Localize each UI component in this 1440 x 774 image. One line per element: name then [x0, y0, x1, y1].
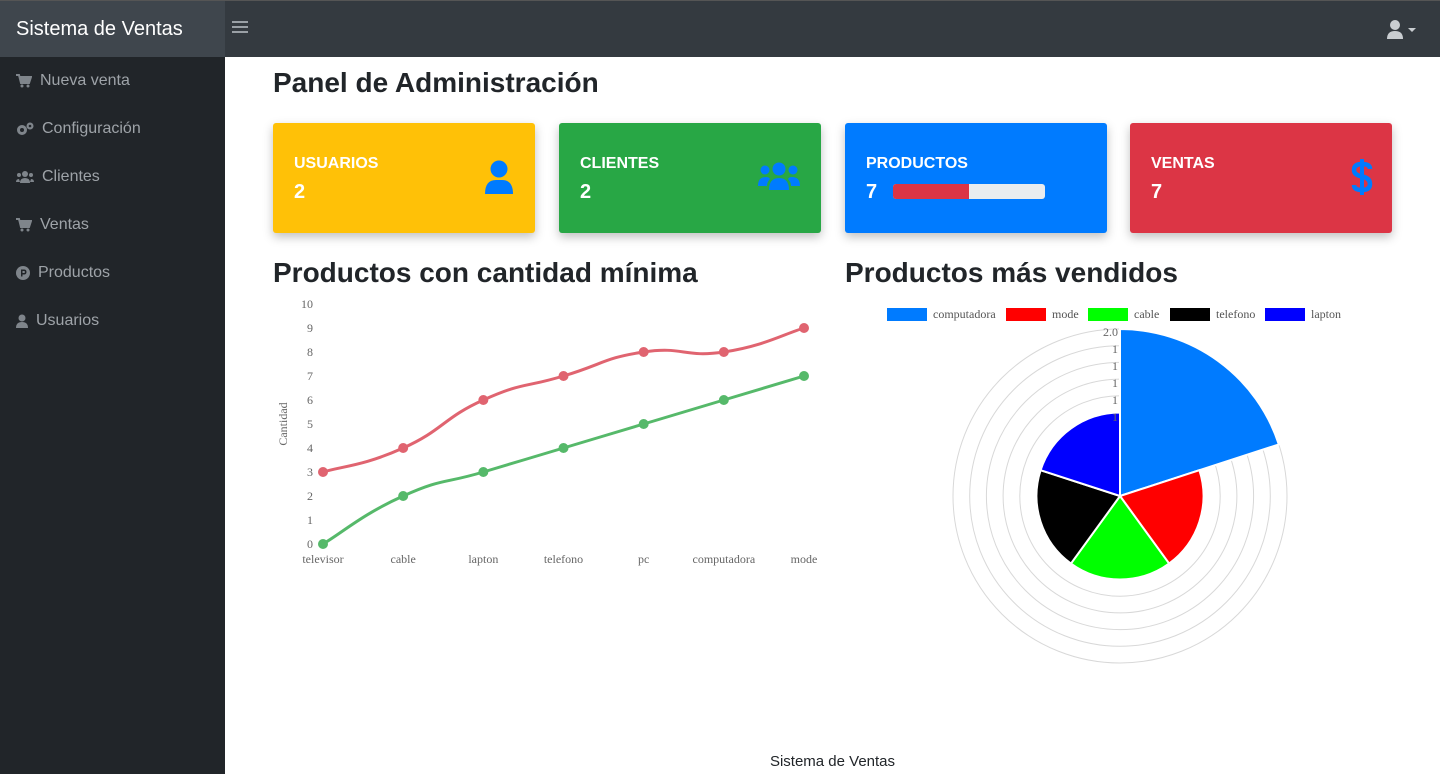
polar-chart[interactable]: computadora mode cable telefono lapton 2.0 1 1 1…	[845, 303, 1400, 665]
radial-tick-label: 1	[1112, 376, 1118, 390]
y-tick-label: 10	[301, 297, 313, 311]
sidebar-item-label: Ventas	[40, 216, 89, 233]
legend-swatch	[887, 308, 927, 321]
sidebar: Nueva venta Configuración Clientes Venta…	[0, 57, 225, 774]
legend-label: mode	[1052, 307, 1079, 321]
card-value: 7	[1151, 181, 1163, 203]
data-point	[478, 395, 489, 405]
card-label: USUARIOS	[294, 155, 379, 172]
data-point	[558, 443, 569, 453]
polar-chart-title: Productos más vendidos	[845, 257, 1178, 288]
data-point	[638, 419, 649, 429]
line-chart-title: Productos con cantidad mínima	[273, 257, 698, 288]
cart-icon	[16, 74, 32, 88]
radial-tick-label: 1	[1112, 342, 1118, 356]
radial-tick-label: 1	[1112, 393, 1118, 407]
card-label: PRODUCTOS	[866, 155, 968, 172]
x-tick-label: pc	[638, 552, 649, 566]
sidebar-item-label: Configuración	[42, 120, 141, 137]
sidebar-item-productos[interactable]: Productos	[0, 249, 225, 297]
legend-swatch	[1265, 308, 1305, 321]
y-tick-label: 8	[307, 345, 313, 359]
page-title: Panel de Administración	[273, 67, 599, 98]
y-axis-label: Cantidad	[276, 402, 290, 445]
radial-tick-label: 1	[1112, 410, 1118, 424]
data-point	[638, 347, 649, 357]
data-point	[718, 395, 729, 405]
sidebar-item-label: Nueva venta	[40, 72, 130, 89]
legend-label: cable	[1134, 307, 1159, 321]
sidebar-item-ventas[interactable]: Ventas	[0, 201, 225, 249]
y-tick-label: 1	[307, 513, 313, 527]
sidebar-item-label: Usuarios	[36, 312, 100, 329]
main-content: Panel de Administración USUARIOS 2 CLIEN…	[225, 57, 1440, 774]
radial-tick-label: 2.0	[1103, 325, 1118, 339]
card-clientes[interactable]: CLIENTES 2	[559, 123, 821, 233]
footer: Sistema de Ventas	[769, 753, 896, 770]
card-label: CLIENTES	[580, 155, 660, 172]
data-point	[558, 371, 569, 381]
users-icon	[16, 171, 34, 183]
data-point	[718, 347, 729, 357]
y-tick-label: 9	[307, 321, 313, 335]
legend-label: telefono	[1216, 307, 1255, 321]
card-value: 2	[294, 181, 306, 203]
top-navbar: Sistema de Ventas	[0, 0, 1440, 57]
y-tick-label: 7	[307, 369, 313, 383]
x-tick-label: lapton	[468, 552, 498, 566]
x-tick-label: telefono	[544, 552, 583, 566]
sidebar-item-usuarios[interactable]: Usuarios	[0, 297, 225, 345]
card-productos[interactable]: PRODUCTOS 7	[845, 123, 1107, 233]
data-point	[398, 443, 409, 453]
x-tick-label: computadora	[693, 552, 756, 566]
legend-swatch	[1006, 308, 1046, 321]
series-line-1	[322, 374, 805, 546]
legend-swatch	[1088, 308, 1128, 321]
card-value: 2	[580, 181, 592, 203]
card-ventas[interactable]: VENTAS 7	[1130, 123, 1392, 233]
users-icon	[758, 162, 800, 190]
data-point	[799, 371, 809, 381]
sidebar-item-clientes[interactable]: Clientes	[0, 153, 225, 201]
sidebar-item-configuracion[interactable]: Configuración	[0, 105, 225, 153]
x-tick-label: mode	[791, 552, 818, 566]
data-point	[318, 539, 328, 549]
sidebar-item-nueva-venta[interactable]: Nueva venta	[0, 57, 225, 105]
menu-toggle-icon[interactable]	[232, 18, 248, 38]
dollar-icon	[1351, 159, 1373, 195]
productos-progress-bar	[893, 184, 1045, 199]
x-tick-label: televisor	[302, 552, 343, 566]
y-tick-label: 5	[307, 417, 313, 431]
legend-label: lapton	[1311, 307, 1341, 321]
sidebar-item-label: Productos	[38, 264, 111, 281]
card-label: VENTAS	[1151, 155, 1215, 172]
data-point	[318, 467, 328, 477]
y-tick-label: 3	[307, 465, 313, 479]
cart-icon	[16, 218, 32, 232]
y-tick-label: 0	[307, 537, 313, 551]
line-chart[interactable]: 0 1 2 3 4 5 6 7 8 9 10 televisor cable lapton telefono…	[273, 293, 828, 578]
y-tick-label: 4	[307, 441, 313, 455]
sidebar-item-label: Clientes	[42, 168, 100, 185]
brand[interactable]: Sistema de Ventas	[0, 1, 225, 57]
data-point	[799, 323, 809, 333]
radial-tick-label: 1	[1112, 359, 1118, 373]
user-icon	[485, 160, 513, 194]
card-value: 7	[866, 181, 878, 203]
card-usuarios[interactable]: USUARIOS 2	[273, 123, 535, 233]
user-menu[interactable]	[1386, 19, 1418, 41]
x-tick-label: cable	[391, 552, 416, 566]
y-tick-label: 2	[307, 489, 313, 503]
cogs-icon	[17, 122, 34, 135]
user-icon	[16, 314, 28, 328]
caret-down-icon	[1408, 28, 1416, 32]
data-point	[398, 491, 409, 501]
y-tick-label: 6	[307, 393, 313, 407]
data-point	[478, 467, 489, 477]
product-p-icon	[16, 266, 30, 280]
legend-label: computadora	[933, 307, 996, 321]
legend-swatch	[1170, 308, 1210, 321]
user-icon	[1387, 20, 1416, 39]
progress-fill	[893, 184, 969, 199]
